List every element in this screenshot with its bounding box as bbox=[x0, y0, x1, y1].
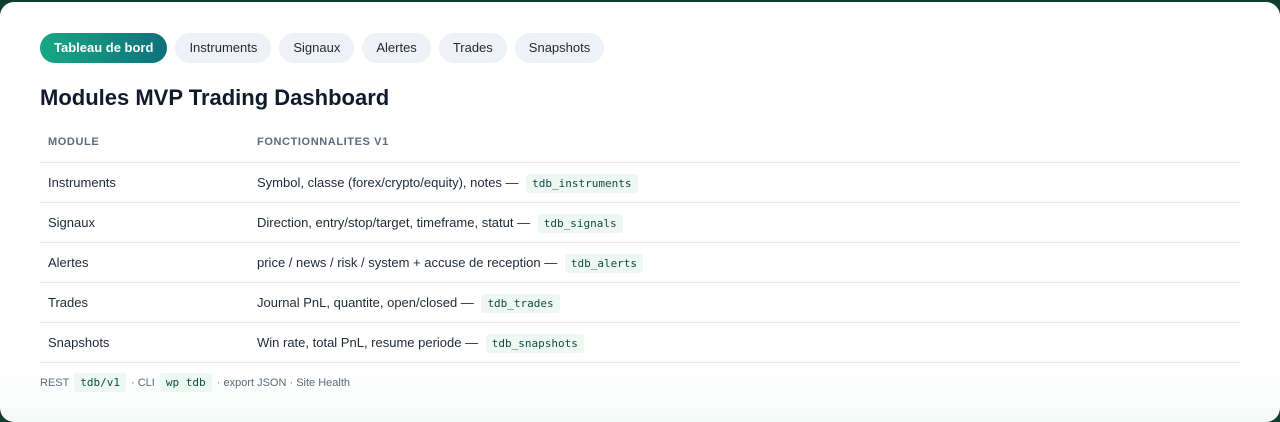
table-code: tdb_trades bbox=[481, 294, 560, 313]
column-header-module: MODULE bbox=[40, 122, 249, 163]
footer-cli-code: wp tdb bbox=[159, 373, 212, 392]
footer-cli-label: · CLI bbox=[131, 377, 155, 389]
column-header-features: FONCTIONNALITES V1 bbox=[249, 122, 1240, 163]
tab-signals[interactable]: Signaux bbox=[279, 33, 355, 63]
table-code: tdb_alerts bbox=[564, 254, 644, 273]
features-text: Journal PnL, quantite, open/closed — bbox=[257, 295, 474, 310]
module-features: Win rate, total PnL, resume periode — td… bbox=[249, 322, 1240, 363]
table-row: Signaux Direction, entry/stop/target, ti… bbox=[40, 202, 1240, 243]
footer-note: REST tdb/v1 · CLI wp tdb · export JSON ·… bbox=[40, 373, 351, 392]
module-name: Alertes bbox=[40, 242, 249, 283]
tab-bar: Tableau de bord Instruments Signaux Aler… bbox=[40, 33, 605, 63]
features-text: Symbol, classe (forex/crypto/equity), no… bbox=[257, 175, 519, 190]
table-row: Instruments Symbol, classe (forex/crypto… bbox=[40, 162, 1240, 203]
footer-rest-label: REST bbox=[40, 377, 70, 389]
module-features: Journal PnL, quantite, open/closed — tdb… bbox=[249, 282, 1240, 323]
table-code: tdb_signals bbox=[537, 214, 623, 233]
table-row: Snapshots Win rate, total PnL, resume pe… bbox=[40, 322, 1240, 363]
modules-table: MODULE FONCTIONNALITES V1 Instruments Sy… bbox=[40, 122, 1240, 363]
table-row: Alertes price / news / risk / system + a… bbox=[40, 242, 1240, 283]
page-title: Modules MVP Trading Dashboard bbox=[40, 85, 390, 110]
module-name: Trades bbox=[40, 282, 249, 323]
tab-trades[interactable]: Trades bbox=[438, 33, 507, 63]
table-header-row: MODULE FONCTIONNALITES V1 bbox=[40, 122, 1240, 163]
table-row: Trades Journal PnL, quantite, open/close… bbox=[40, 282, 1240, 323]
dashboard-card: Tableau de bord Instruments Signaux Aler… bbox=[0, 2, 1280, 422]
module-name: Instruments bbox=[40, 162, 249, 203]
tab-dashboard[interactable]: Tableau de bord bbox=[40, 33, 168, 63]
footer-rest-code: tdb/v1 bbox=[74, 373, 126, 392]
features-text: Win rate, total PnL, resume periode — bbox=[257, 335, 479, 350]
features-text: price / news / risk / system + accuse de… bbox=[257, 255, 558, 270]
table-code: tdb_instruments bbox=[526, 174, 638, 193]
module-features: price / news / risk / system + accuse de… bbox=[249, 242, 1240, 283]
footer-links-text: · export JSON · Site Health bbox=[216, 377, 351, 389]
module-features: Direction, entry/stop/target, timeframe,… bbox=[249, 202, 1240, 243]
features-text: Direction, entry/stop/target, timeframe,… bbox=[257, 215, 531, 230]
tab-snapshots[interactable]: Snapshots bbox=[514, 33, 605, 63]
module-name: Snapshots bbox=[40, 322, 249, 363]
table-code: tdb_snapshots bbox=[485, 334, 584, 353]
tab-instruments[interactable]: Instruments bbox=[175, 33, 272, 63]
module-features: Symbol, classe (forex/crypto/equity), no… bbox=[249, 162, 1240, 203]
tab-alerts[interactable]: Alertes bbox=[362, 33, 431, 63]
module-name: Signaux bbox=[40, 202, 249, 243]
